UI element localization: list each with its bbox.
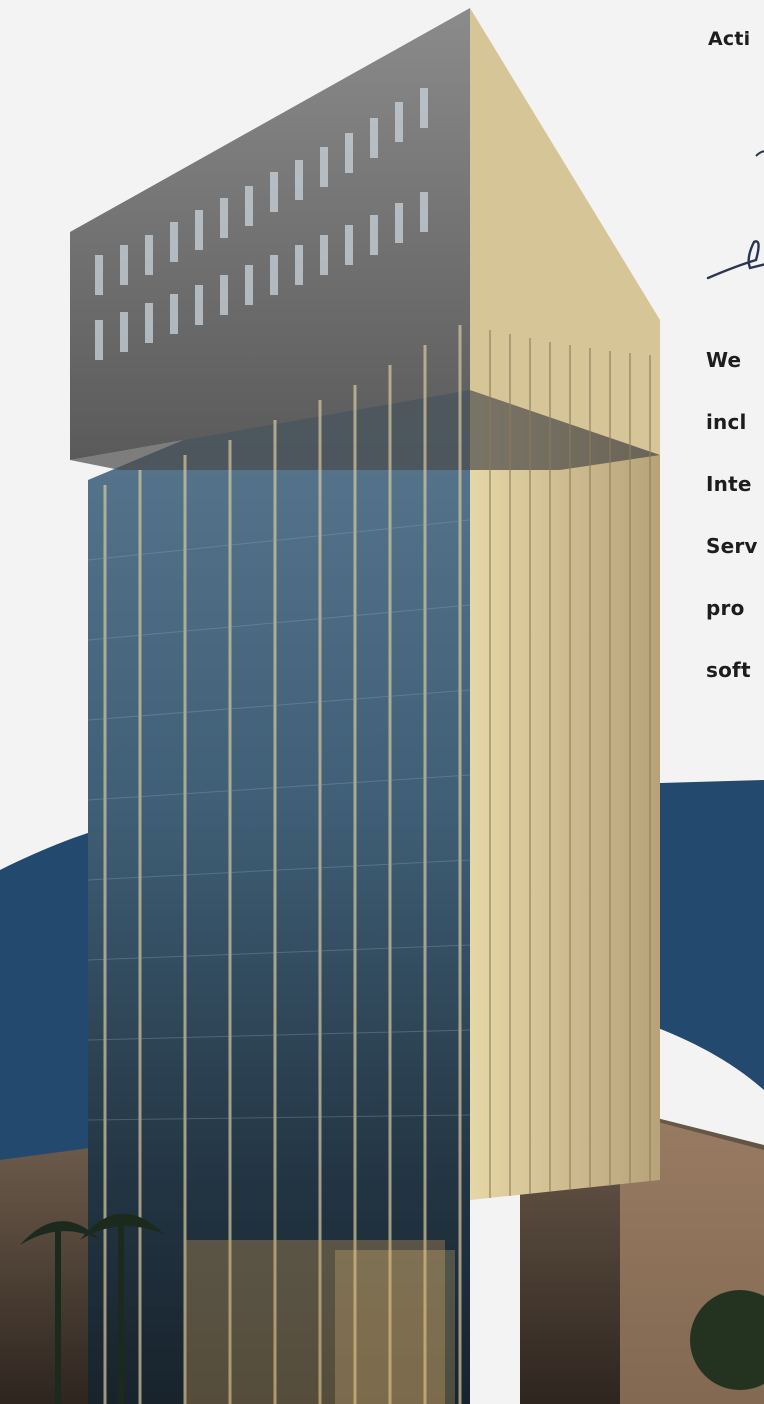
section-eyebrow: Acti bbox=[708, 28, 751, 50]
paragraph-line-3: Inte bbox=[706, 472, 752, 496]
office-tower-image bbox=[0, 8, 764, 1404]
paragraph-line-2: incl bbox=[706, 410, 747, 434]
paragraph-line-1: We bbox=[706, 348, 742, 372]
hero-section: Acti We incl Inte Serv pro soft bbox=[0, 0, 764, 1404]
paragraph-line-5: pro bbox=[706, 596, 745, 620]
paragraph-line-4: Serv bbox=[706, 534, 758, 558]
paragraph-line-6: soft bbox=[706, 658, 751, 682]
signature-image bbox=[706, 150, 764, 280]
